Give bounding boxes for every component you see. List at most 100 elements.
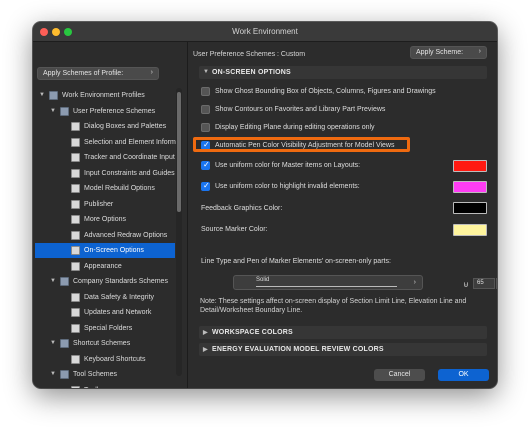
chevron-right-icon: › — [150, 69, 153, 76]
folder-icon — [49, 91, 58, 100]
tree-item-label: User Preference Schemes — [73, 107, 156, 115]
left-pane: Apply Schemes of Profile: › ▼ Work Enviro… — [33, 42, 188, 388]
apply-scheme-dropdown[interactable]: Apply Scheme: › — [410, 46, 487, 59]
disclosure-down-icon[interactable]: ▼ — [39, 92, 45, 98]
tree-scroll-thumb[interactable] — [177, 92, 181, 212]
option-display-editing-plane[interactable]: Display Editing Plane during editing ope… — [201, 122, 491, 134]
page-icon — [71, 215, 80, 224]
tree-item[interactable]: Toolbox — [35, 383, 175, 389]
tree-item-label: More Options — [84, 216, 127, 223]
checkbox-checked[interactable] — [201, 181, 210, 191]
disclosure-right-icon: ▶ — [203, 347, 208, 353]
folder-icon — [60, 339, 69, 348]
page-icon — [71, 199, 80, 209]
page-icon — [71, 385, 80, 388]
chevron-right-icon: › — [413, 279, 416, 286]
tree-item-label: Toolbox — [84, 387, 108, 389]
option-ghost-bounding-box[interactable]: Show Ghost Bounding Box of Objects, Colu… — [201, 86, 491, 98]
master-items-color-swatch[interactable] — [453, 160, 487, 172]
page-icon — [71, 292, 80, 302]
tree-item[interactable]: Model Rebuild Options — [35, 181, 175, 196]
disclosure-down-icon[interactable]: ▼ — [50, 108, 56, 114]
apply-scheme-label: Apply Scheme: — [416, 49, 464, 56]
tree-item-label: Dialog Boxes and Palettes — [84, 123, 167, 130]
tree-item[interactable]: Input Constraints and Guides — [35, 166, 175, 181]
checkbox[interactable] — [201, 87, 210, 96]
tree-item[interactable]: ▼ Shortcut Schemes — [35, 336, 175, 351]
folder-icon — [60, 370, 69, 379]
tree-item[interactable]: ▼ Company Standards Schemes — [35, 274, 175, 289]
page-icon — [71, 137, 80, 147]
page-icon — [71, 354, 80, 364]
tree-item[interactable]: Appearance — [35, 259, 175, 274]
tree-item-label: Keyboard Shortcuts — [84, 355, 146, 363]
tree-item-label: Data Safety & Integrity — [84, 293, 155, 301]
feedback-graphics-color-swatch[interactable] — [453, 202, 487, 214]
tree-item-label: Advanced Redraw Options — [84, 231, 168, 239]
checkbox[interactable] — [201, 105, 210, 114]
disclosure-down-icon: ▼ — [203, 69, 209, 75]
tree-item-label: Company Standards Schemes — [73, 278, 168, 285]
tree-item[interactable]: Keyboard Shortcuts — [35, 352, 175, 367]
tree-item-label: Tracker and Coordinate Input — [84, 154, 175, 161]
cancel-button[interactable]: Cancel — [374, 369, 425, 381]
tree-item[interactable]: Tracker and Coordinate Input — [35, 150, 175, 165]
tree-item[interactable]: ▼ Work Environment Profiles — [35, 88, 175, 103]
tree-item[interactable]: Data Safety & Integrity — [35, 290, 175, 305]
line-type-selector[interactable]: Solid › — [233, 275, 423, 290]
tree-item-label: On-Screen Options — [84, 247, 144, 254]
checkbox-checked[interactable] — [201, 160, 210, 170]
page-icon — [71, 308, 80, 317]
pen-icon: ⊍ — [463, 280, 469, 289]
window-title: Work Environment — [232, 27, 298, 36]
energy-evaluation-header[interactable]: ▶ ENERGY EVALUATION MODEL REVIEW COLORS — [199, 343, 487, 356]
line-sample — [256, 286, 397, 287]
tree-item[interactable]: ▼ User Preference Schemes — [35, 104, 175, 119]
tree-item[interactable]: ▼ Tool Schemes — [35, 367, 175, 382]
tree-item-label: Work Environment Profiles — [62, 92, 145, 99]
apply-profile-label: Apply Schemes of Profile: — [43, 70, 124, 77]
pen-number-field[interactable]: 65 — [473, 278, 495, 289]
page-icon — [71, 168, 80, 178]
tree-item-label: Special Folders — [84, 324, 133, 332]
tree-item[interactable]: Updates and Network — [35, 305, 175, 320]
tree-item-label: Updates and Network — [84, 309, 152, 316]
tree-item[interactable]: Selection and Element Informa — [35, 135, 180, 150]
tree-item[interactable]: Dialog Boxes and Palettes — [35, 119, 175, 134]
page-icon — [71, 184, 80, 193]
page-icon — [71, 230, 80, 240]
option-show-contours[interactable]: Show Contours on Favorites and Library P… — [201, 104, 491, 116]
tree-item-label: Model Rebuild Options — [84, 185, 155, 192]
invalid-elements-color-swatch[interactable] — [453, 181, 487, 193]
tree-item[interactable]: Special Folders — [35, 321, 175, 336]
source-marker-color-swatch[interactable] — [453, 224, 487, 236]
disclosure-down-icon[interactable]: ▼ — [50, 340, 56, 346]
tree-scrollbar[interactable] — [176, 88, 182, 376]
disclosure-down-icon[interactable]: ▼ — [50, 371, 56, 377]
tree-item[interactable]: More Options — [35, 212, 175, 227]
ok-button[interactable]: OK — [438, 369, 489, 381]
folder-icon — [60, 106, 69, 116]
page-icon — [71, 323, 80, 333]
option-uniform-invalid-color[interactable]: Use uniform color to highlight invalid e… — [201, 181, 441, 193]
page-icon — [71, 246, 80, 255]
apply-profile-dropdown[interactable]: Apply Schemes of Profile: › — [37, 67, 159, 80]
tree-item-label: Appearance — [84, 262, 122, 270]
tree-item-label: Input Constraints and Guides — [84, 169, 175, 177]
tree-item-label: Selection and Element Informa — [84, 138, 180, 146]
pen-color-button[interactable] — [496, 278, 497, 289]
workspace-colors-header[interactable]: ▶ WORKSPACE COLORS — [199, 326, 487, 339]
source-marker-row: Source Marker Color: — [201, 226, 268, 233]
marker-parts-row: Line Type and Pen of Marker Elements' on… — [201, 258, 391, 265]
tree-item[interactable]: Advanced Redraw Options — [35, 228, 175, 243]
option-uniform-master-color[interactable]: Use uniform color for Master items on La… — [201, 160, 441, 172]
tree-item[interactable]: On-Screen Options — [35, 243, 175, 258]
scheme-name-label: User Preference Schemes : Custom — [193, 51, 306, 58]
disclosure-down-icon[interactable]: ▼ — [50, 278, 56, 284]
checkbox[interactable] — [201, 123, 210, 132]
folder-icon — [60, 277, 69, 286]
tree-item[interactable]: Publisher — [35, 197, 175, 212]
onscreen-options-header[interactable]: ▼ ON-SCREEN OPTIONS — [199, 66, 487, 79]
highlight-frame — [193, 137, 410, 152]
feedback-graphics-row: Feedback Graphics Color: — [201, 205, 283, 212]
